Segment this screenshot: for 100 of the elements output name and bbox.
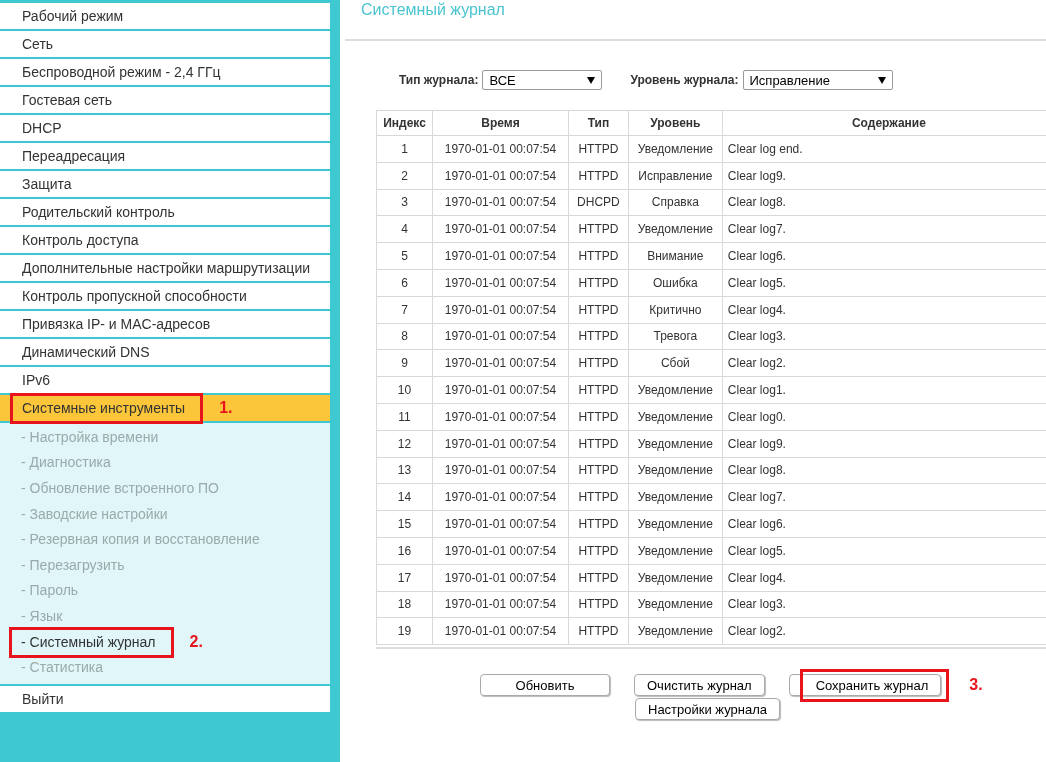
table-cell: 1970-01-01 00:07:54	[432, 591, 569, 618]
table-cell: 1970-01-01 00:07:54	[432, 403, 569, 431]
sidebar-item[interactable]: DHCP	[0, 115, 330, 141]
sidebar-item[interactable]: Дополнительные настройки маршрутизации	[0, 255, 330, 281]
table-cell: 1970-01-01 00:07:54	[432, 349, 569, 377]
table-cell: HTTPD	[568, 242, 629, 270]
caret-icon	[877, 76, 886, 84]
table-cell: 9	[376, 349, 433, 377]
table-cell: 19	[376, 617, 433, 645]
submenu-item[interactable]: - Системный журнал 2.	[0, 628, 330, 655]
action-button[interactable]: Очистить журнал	[634, 674, 765, 696]
sidebar-item[interactable]: Защита	[0, 171, 330, 197]
sidebar-item[interactable]: Родительский контроль	[0, 199, 330, 225]
table-cell: Уведомление	[628, 376, 723, 404]
table-cell: HTTPD	[568, 135, 629, 163]
callout-number: 3.	[969, 676, 983, 694]
table-cell: 1970-01-01 00:07:54	[432, 215, 569, 243]
table-cell: Тревога	[628, 323, 723, 350]
action-button[interactable]: Обновить	[480, 674, 610, 696]
table-cell: 18	[376, 591, 433, 618]
table-cell: HTTPD	[568, 510, 629, 538]
table-cell: Уведомление	[628, 215, 723, 243]
filter-label: Тип журнала:	[399, 73, 479, 87]
table-cell: Уведомление	[628, 135, 723, 163]
table-cell: 2	[376, 162, 433, 190]
table-cell: HTTPD	[568, 215, 629, 243]
table-cell: 10	[376, 376, 433, 404]
table-cell: 1970-01-01 00:07:54	[432, 296, 569, 324]
table-cell: 11	[376, 403, 433, 431]
table-cell: 1970-01-01 00:07:54	[432, 162, 569, 190]
table-cell: 8	[376, 323, 433, 350]
table-cell: Уведомление	[628, 537, 723, 565]
callout-number: 1.	[219, 399, 233, 417]
table-cell: HTTPD	[568, 162, 629, 190]
table-cell: 1970-01-01 00:07:54	[432, 189, 569, 216]
table-cell: Исправление	[628, 162, 723, 190]
table-cell: 1970-01-01 00:07:54	[432, 323, 569, 350]
sidebar-item[interactable]: Беспроводной режим - 2,4 ГГц	[0, 59, 330, 85]
table-cell: HTTPD	[568, 403, 629, 431]
table-cell: 1970-01-01 00:07:54	[432, 617, 569, 645]
dropdown[interactable]: ВСЕ	[482, 70, 603, 90]
table-cell: DHCPD	[568, 189, 629, 216]
table-cell: Уведомление	[628, 617, 723, 645]
sidebar-item[interactable]: IPv6	[0, 367, 330, 393]
table-cell: Уведомление	[628, 483, 723, 511]
table-cell: HTTPD	[568, 349, 629, 377]
sidebar-item[interactable]: Системные инструменты 1.	[0, 395, 330, 421]
table-cell: 1970-01-01 00:07:54	[432, 510, 569, 538]
table-cell: 1970-01-01 00:07:54	[432, 430, 569, 458]
table-cell: HTTPD	[568, 591, 629, 618]
sidebar-item[interactable]: Переадресация	[0, 143, 330, 169]
table-cell: HTTPD	[568, 376, 629, 404]
table-cell: Уведомление	[628, 430, 723, 458]
sidebar-item[interactable]: Выйти	[0, 685, 330, 712]
table-cell: 3	[376, 189, 433, 216]
column-header: Содержание	[722, 110, 1046, 136]
sidebar-item[interactable]: Гостевая сеть	[0, 87, 330, 113]
sidebar-item[interactable]: Контроль пропускной способности	[0, 283, 330, 309]
column-header: Уровень	[628, 110, 723, 136]
table-cell: 17	[376, 564, 433, 592]
action-button[interactable]: Настройки журнала	[635, 698, 780, 720]
sidebar-item[interactable]: Динамический DNS	[0, 339, 330, 365]
sidebar-item[interactable]: Привязка IP- и MAC-адресов	[0, 311, 330, 337]
table-cell: 1970-01-01 00:07:54	[432, 457, 569, 484]
sidebar-item[interactable]: Рабочий режим	[0, 3, 330, 29]
table-cell: HTTPD	[568, 430, 629, 458]
table-cell: HTTPD	[568, 564, 629, 592]
table-cell: HTTPD	[568, 617, 629, 645]
table-cell: HTTPD	[568, 537, 629, 565]
table-cell: 4	[376, 215, 433, 243]
table-cell: HTTPD	[568, 323, 629, 350]
table-cell: Критично	[628, 296, 723, 324]
table-cell: Справка	[628, 189, 723, 216]
table-cell: 1970-01-01 00:07:54	[432, 564, 569, 592]
table-cell: 6	[376, 269, 433, 297]
table-cell: HTTPD	[568, 269, 629, 297]
sidebar-item[interactable]: Контроль доступа	[0, 227, 330, 253]
table-cell: 7	[376, 296, 433, 324]
table-cell: Ошибка	[628, 269, 723, 297]
table-cell: 1970-01-01 00:07:54	[432, 135, 569, 163]
table-cell: Уведомление	[628, 457, 723, 484]
page-title: Системный журнал	[345, 0, 1046, 41]
table-cell: 1970-01-01 00:07:54	[432, 269, 569, 297]
dropdown[interactable]: Исправление	[742, 70, 893, 90]
caret-icon	[587, 76, 596, 84]
sidebar-item[interactable]: Сеть	[0, 31, 330, 57]
table-cell: 12	[376, 430, 433, 458]
callout-number: 2.	[189, 632, 203, 651]
action-button[interactable]: Сохранить журнал	[788, 674, 942, 696]
table-cell: HTTPD	[568, 457, 629, 484]
filter-label: Уровень журнала:	[630, 73, 739, 87]
column-header: Тип	[568, 110, 629, 136]
table-cell: Внимание	[628, 242, 723, 270]
table-cell: 5	[376, 242, 433, 270]
table-cell: 14	[376, 483, 433, 511]
table-cell: Сбой	[628, 349, 723, 377]
table-cell: 16	[376, 537, 433, 565]
table-cell: 1970-01-01 00:07:54	[432, 483, 569, 511]
table-cell: 13	[376, 457, 433, 484]
table-cell: Уведомление	[628, 564, 723, 592]
